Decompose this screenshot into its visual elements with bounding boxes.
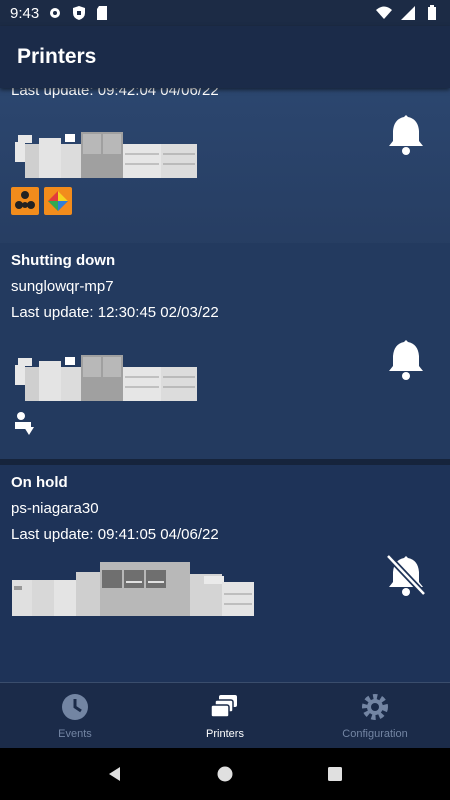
- printer-card[interactable]: Shutting down sunglowqr-mp7 Last update:…: [0, 243, 450, 459]
- nav-configuration-label: Configuration: [342, 727, 408, 740]
- printer-list[interactable]: Last update: 09:42:04 04/06/22 Shutting …: [0, 88, 450, 682]
- bell-icon[interactable]: [386, 113, 426, 155]
- bell-icon[interactable]: [386, 338, 426, 380]
- printer-name: sunglowqr-mp7: [11, 278, 114, 295]
- battery-icon: [428, 5, 436, 20]
- printer-image: [15, 132, 197, 178]
- last-update: Last update: 12:30:45 02/03/22: [11, 304, 219, 321]
- toner-icon: [11, 187, 39, 215]
- color-palette-icon: [44, 187, 72, 215]
- nav-events[interactable]: Events: [0, 683, 150, 748]
- printer-status: On hold: [11, 474, 68, 491]
- recents-icon[interactable]: [326, 765, 344, 783]
- bottom-nav: Events Printers Configuration: [0, 682, 450, 748]
- status-bar: 9:43: [0, 0, 450, 26]
- page-title: Printers: [17, 45, 97, 68]
- printer-image: [12, 562, 254, 616]
- last-update: Last update: 09:41:05 04/06/22: [11, 526, 219, 543]
- last-update: Last update: 09:42:04 04/06/22: [11, 88, 219, 99]
- back-icon[interactable]: [106, 765, 124, 783]
- bell-off-icon[interactable]: [386, 554, 426, 596]
- clock-icon: [62, 693, 88, 720]
- printer-image: [15, 355, 197, 401]
- printer-card[interactable]: On hold ps-niagara30 Last update: 09:41:…: [0, 465, 450, 682]
- nav-printers-label: Printers: [206, 727, 244, 740]
- nav-events-label: Events: [58, 727, 92, 740]
- home-icon[interactable]: [216, 765, 234, 783]
- nav-configuration[interactable]: Configuration: [300, 683, 450, 748]
- signal-icon: [401, 6, 415, 20]
- printers-icon: [210, 694, 237, 718]
- status-time: 9:43: [10, 4, 40, 22]
- printer-status: Shutting down: [11, 252, 116, 269]
- system-nav-bar: [0, 748, 450, 800]
- nav-printers[interactable]: Printers: [150, 683, 300, 748]
- operator-download-icon: [15, 412, 34, 435]
- gear-icon: [362, 693, 388, 720]
- sd-card-status-icon: [97, 6, 108, 20]
- settings-status-icon: [50, 8, 61, 18]
- shield-status-icon: [73, 6, 86, 20]
- wifi-icon: [376, 6, 392, 19]
- printer-name: ps-niagara30: [11, 500, 99, 517]
- app-bar: Printers: [0, 26, 450, 88]
